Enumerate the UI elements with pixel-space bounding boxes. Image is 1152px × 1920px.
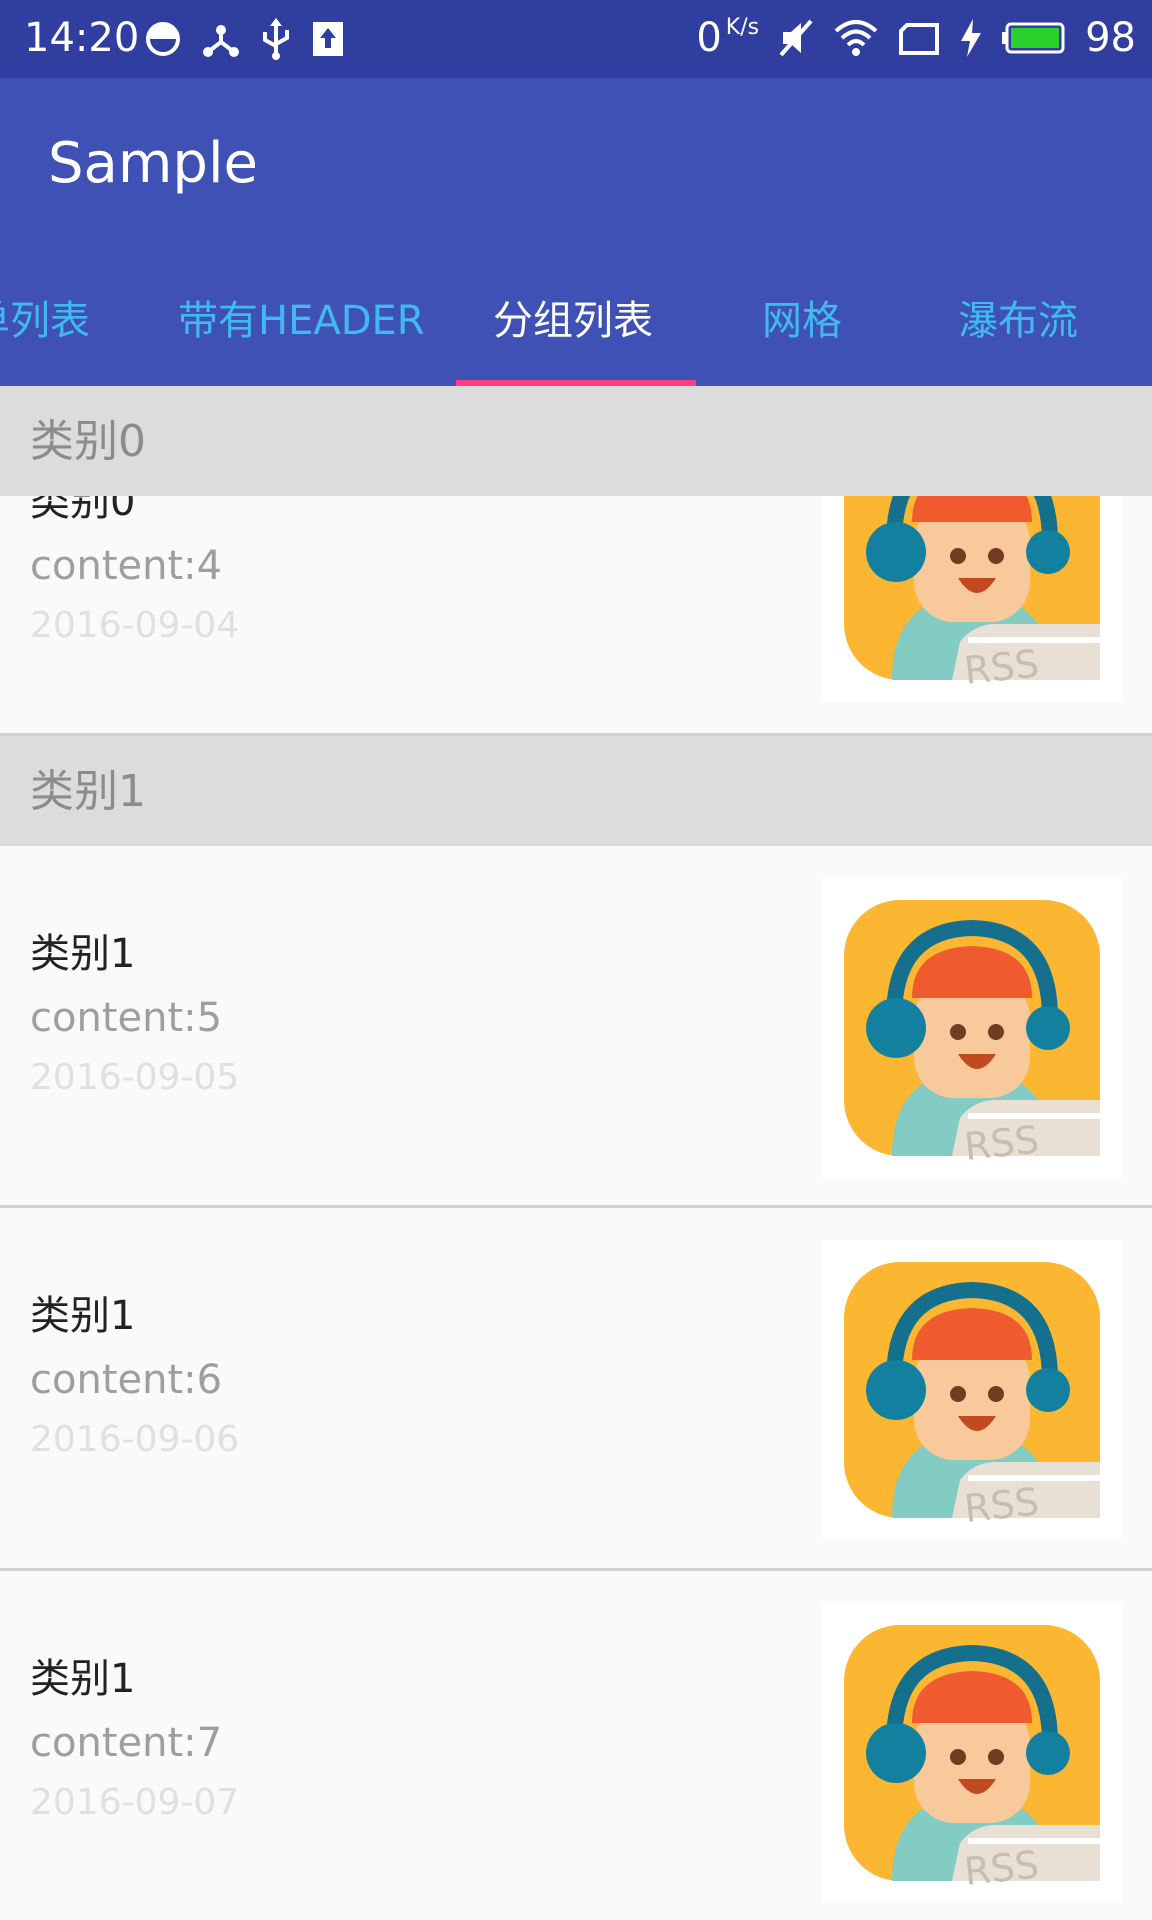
item-image: RSS [822, 878, 1122, 1178]
usb-icon [263, 18, 289, 60]
rss-label: RSS [962, 1842, 1041, 1894]
status-icons-left [143, 18, 345, 60]
tab-waterfall[interactable]: 瀑布流 [958, 286, 1078, 356]
item-content: content:5 [30, 995, 223, 1041]
list-item[interactable]: 类别1 content:6 2016-09-06 RSS [0, 1208, 1152, 1571]
mute-icon [779, 19, 813, 57]
rss-avatar-icon: RSS [844, 1262, 1100, 1531]
item-date: 2016-09-06 [30, 1419, 240, 1460]
item-image: RSS [822, 1603, 1122, 1903]
item-date: 2016-09-04 [30, 605, 240, 646]
list-item[interactable]: 类别1 content:5 2016-09-05 RSS [0, 846, 1152, 1208]
sticky-section-header: 类别0 [0, 386, 1152, 496]
section-header: 类别1 [0, 736, 1152, 846]
rss-label: RSS [962, 1117, 1041, 1169]
network-icon [203, 25, 239, 57]
battery-level: 98 [1085, 15, 1136, 61]
tab-grouped-list[interactable]: 分组列表 [493, 286, 653, 356]
no-sim-icon [899, 23, 940, 55]
section-header-label: 类别0 [30, 416, 146, 467]
item-title: 类别1 [30, 1656, 136, 1702]
charging-icon [961, 19, 982, 57]
status-icons-right: 0 K/s 98 [696, 14, 1136, 62]
item-date: 2016-09-07 [30, 1782, 240, 1823]
item-content: content:6 [30, 1357, 223, 1403]
tab-bar: 单列表 带有HEADER 分组列表 网格 瀑布流 [0, 256, 1152, 386]
network-speed-value: 0 [696, 15, 722, 61]
rss-avatar-icon: RSS [844, 1625, 1100, 1894]
tab-grid[interactable]: 网格 [762, 286, 842, 356]
rss-label: RSS [962, 1479, 1041, 1531]
circle-half-icon [146, 22, 180, 56]
grouped-list[interactable]: 类别0 content:4 2016-09-04 RSS 类别1 类别1 con… [0, 386, 1152, 1920]
wifi-icon [834, 20, 878, 56]
section-header-label: 类别1 [30, 766, 146, 817]
tab-with-header[interactable]: 带有HEADER [178, 286, 425, 356]
network-speed: 0 K/s [696, 14, 759, 62]
upload-icon [313, 22, 343, 56]
item-image: RSS [822, 1240, 1122, 1540]
tab-simple-list[interactable]: 单列表 [0, 286, 90, 356]
item-date: 2016-09-05 [30, 1057, 240, 1098]
network-speed-unit: K/s [725, 15, 760, 40]
item-title: 类别1 [30, 931, 136, 977]
status-bar: 14:20 0 K/s 98 [0, 0, 1152, 78]
status-time: 14:20 [24, 15, 140, 61]
item-content: content:4 [30, 543, 223, 589]
rss-avatar-icon: RSS [844, 900, 1100, 1169]
item-content: content:7 [30, 1720, 223, 1766]
battery-icon [1002, 22, 1065, 54]
rss-label: RSS [962, 641, 1041, 693]
list-item[interactable]: 类别1 content:7 2016-09-07 RSS [0, 1571, 1152, 1920]
page-title: Sample [48, 131, 258, 196]
item-title: 类别1 [30, 1293, 136, 1339]
